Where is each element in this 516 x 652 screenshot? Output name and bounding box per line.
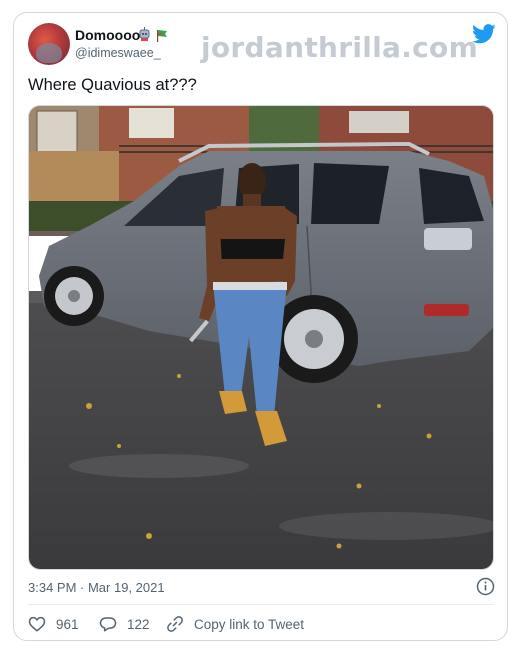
reply-button[interactable]: 122: [99, 614, 150, 634]
like-count: 961: [56, 616, 79, 632]
divider: [28, 604, 494, 605]
reply-count: 122: [127, 616, 150, 632]
heart-icon: [28, 616, 46, 632]
tweet-card: Domoooo @idimeswaee_ jordanthrilla.com W…: [13, 12, 508, 641]
display-name[interactable]: Domoooo: [75, 27, 140, 43]
handle[interactable]: @idimeswaee_: [75, 46, 161, 60]
tweet-timestamp[interactable]: 3:34 PM · Mar 19, 2021: [28, 580, 165, 595]
watermark: jordanthrilla.com: [201, 31, 479, 64]
photo-scene: [29, 106, 493, 569]
twitter-bird-icon[interactable]: [472, 24, 496, 44]
avatar[interactable]: [28, 23, 70, 65]
like-button[interactable]: 961: [28, 614, 79, 634]
copy-link-label: Copy link to Tweet: [194, 616, 305, 632]
robot-emoji-icon: [139, 27, 150, 41]
reply-icon: [99, 617, 117, 632]
tweet-photo[interactable]: [28, 105, 494, 570]
link-icon: [167, 616, 183, 632]
info-icon[interactable]: [476, 577, 495, 596]
flag-emoji-icon: [157, 30, 167, 42]
copy-link-button[interactable]: Copy link to Tweet: [166, 614, 304, 634]
tweet-text: Where Quavious at???: [28, 76, 197, 94]
